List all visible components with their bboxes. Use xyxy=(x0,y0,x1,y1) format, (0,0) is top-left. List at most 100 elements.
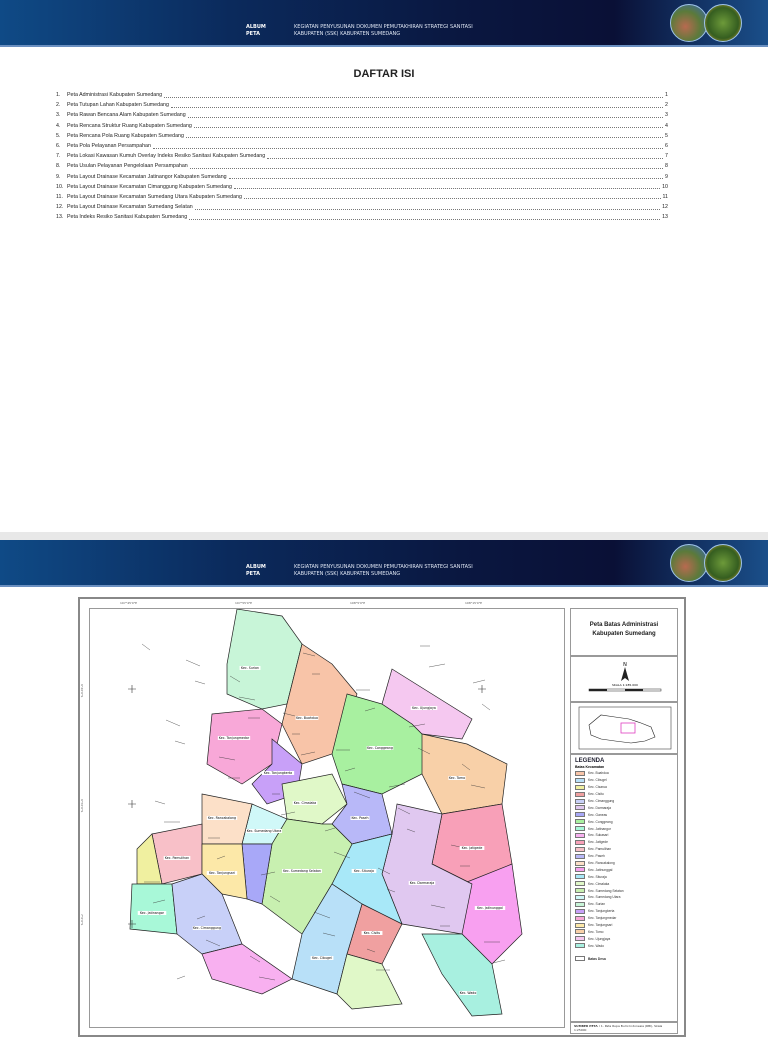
district-label: Kec. Tanjungmedar xyxy=(219,736,250,740)
district-label: Kec. Tanjungsari xyxy=(209,871,235,875)
legend-item: Kec. Sukasari xyxy=(575,832,673,839)
district-label: Kec. Buahdua xyxy=(296,716,318,720)
toc-label: Peta Layout Drainase Kecamatan Cimanggun… xyxy=(67,183,232,190)
toc-page: 1 xyxy=(665,92,668,99)
toc-item[interactable]: 6. Peta Pola Pelayanan Persampahan 6 xyxy=(56,141,668,151)
district-label: Kec. Ujungjaya xyxy=(412,706,436,710)
legend-item: Kec. Jatigede xyxy=(575,839,673,846)
toc-page: 10 xyxy=(662,183,668,190)
district-label: Kec. Cisitu xyxy=(364,931,381,935)
svg-text:N: N xyxy=(623,662,627,668)
legend-item: Kec. Cisitu xyxy=(575,791,673,798)
legend-label: Kec. Jatigede xyxy=(588,840,608,845)
village-boundary xyxy=(141,643,151,651)
inset-map-shape xyxy=(578,706,672,750)
legend-swatch xyxy=(575,929,585,935)
legend-label: Kec. Pamulihan xyxy=(588,847,612,852)
toc-label: Peta Layout Drainase Kecamatan Sumedang … xyxy=(67,204,193,211)
legend-subtitle: Batas Kecamatan xyxy=(575,765,605,769)
toc-label: Peta Indeks Resiko Sanitasi Kabupaten Su… xyxy=(67,214,188,221)
district-label: Kec. Situraja xyxy=(354,869,374,873)
toc-page: 9 xyxy=(665,173,668,180)
toc-label: Peta Lokasi Kawasan Kumuh Overlay Indeks… xyxy=(67,153,266,160)
village-boundary xyxy=(472,679,486,684)
legend-label: Kec. Situraja xyxy=(588,874,607,879)
toc-page: 13 xyxy=(662,214,668,221)
toc-item[interactable]: 10. Peta Layout Drainase Kecamatan Cimang… xyxy=(56,182,668,192)
toc-list: 1. Peta Administrasi Kabupaten Sumedang 1 2… xyxy=(56,90,668,222)
page-header: ALBUM PETA KEGIATAN PENYUSUNAN DOKUMEN PE… xyxy=(0,540,768,587)
map-title: Peta Batas Administrasi Kabupaten Sumedan… xyxy=(570,608,678,656)
legend-swatch xyxy=(575,915,585,921)
toc-item[interactable]: 13. Peta Indeks Resiko Sanitasi Kabupaten… xyxy=(56,212,668,222)
district-label: Kec. Jatinunggal xyxy=(477,906,503,910)
legend-label: Kec. Jatinunggal xyxy=(588,867,613,872)
legend-item: Kec. Situraja xyxy=(575,873,673,880)
legend-item: Kec. Tanjungsari xyxy=(575,922,673,929)
legend-item: Kec. Cisarua xyxy=(575,784,673,791)
toc-number: 9. xyxy=(56,173,61,180)
legend-title: LEGENDA xyxy=(575,758,605,764)
north-arrow-icon: N SKALA 1:185.000 xyxy=(588,662,662,692)
toc-item[interactable]: 9. Peta Layout Drainase Kecamatan Jatinan… xyxy=(56,172,668,182)
grid-label: 7°0'0"S xyxy=(80,914,84,926)
district-label: Kec. Paseh xyxy=(351,816,368,820)
toc-item[interactable]: 7. Peta Lokasi Kawasan Kumuh Overlay Inde… xyxy=(56,151,668,161)
legend-item: Kec. Cibugel xyxy=(575,777,673,784)
legend-label: Kec. Ganeas xyxy=(588,812,608,817)
toc-number: 8. xyxy=(56,163,61,170)
toc-item[interactable]: 8. Peta Usulan Pelayanan Pengelolaan Pers… xyxy=(56,161,668,171)
page-header: ALBUM PETA KEGIATAN PENYUSUNAN DOKUMEN PE… xyxy=(0,0,768,47)
toc-item[interactable]: 11. Peta Layout Drainase Kecamatan Sumeda… xyxy=(56,192,668,202)
legend-swatch xyxy=(575,853,585,859)
legend-swatch xyxy=(575,798,585,804)
toc-item[interactable]: 2. Peta Tutupan Lahan Kabupaten Sumedang 2 xyxy=(56,100,668,110)
legend-item: Kec. Buahdua xyxy=(575,770,673,777)
map-sidebar: Peta Batas Administrasi Kabupaten Sumedan… xyxy=(570,608,680,1034)
grid-label: 107°45'0"E xyxy=(120,601,138,605)
toc-item[interactable]: 4. Peta Rencana Struktur Ruang Kabupaten … xyxy=(56,121,668,131)
toc-leader xyxy=(187,113,664,118)
legend-item: Kec. Jatinunggal xyxy=(575,866,673,873)
toc-label: Peta Rencana Pola Ruang Kabupaten Sumeda… xyxy=(67,132,184,139)
legend-swatch xyxy=(575,770,585,776)
toc-item[interactable]: 1. Peta Administrasi Kabupaten Sumedang 1 xyxy=(56,90,668,100)
village-boundary xyxy=(428,663,446,668)
legend-swatch xyxy=(575,888,585,894)
legend-swatch xyxy=(575,922,585,928)
district-label: Kec. Jatinangor xyxy=(140,911,165,915)
map-frame: 107°45'0"E 107°55'0"E 108°5'0"E 108°15'0… xyxy=(78,597,686,1037)
toc-item[interactable]: 3. Peta Rawan Bencana Alam Kabupaten Sume… xyxy=(56,110,668,120)
legend-swatch xyxy=(575,881,585,887)
district-label: Kec. Darmaraja xyxy=(410,881,435,885)
legend-item: Kec. Sumedang Selatan xyxy=(575,887,673,894)
toc-number: 11. xyxy=(56,193,63,200)
legend-swatch xyxy=(575,791,585,797)
village-boundary xyxy=(481,703,491,711)
header-photo xyxy=(670,4,708,42)
toc-number: 1. xyxy=(56,92,61,99)
legend-item: Kec. Conggeang xyxy=(575,818,673,825)
header-title: KEGIATAN PENYUSUNAN DOKUMEN PEMUTAKHIRAN… xyxy=(294,564,473,577)
district-jatinangor xyxy=(129,883,178,935)
toc-leader xyxy=(152,144,664,149)
toc-item[interactable]: 12. Peta Layout Drainase Kecamatan Sumeda… xyxy=(56,202,668,212)
legend-label: Kec. Ujungjaya xyxy=(588,936,611,941)
toc-label: Peta Rencana Struktur Ruang Kabupaten Su… xyxy=(67,122,192,129)
legend-label: Kec. Wado xyxy=(588,943,605,948)
grid-label: 107°55'0"E xyxy=(235,601,253,605)
toc-leader xyxy=(164,93,664,98)
district-label: Kec. Rancakalong xyxy=(208,816,236,820)
legend-item: Kec. Tanjungmedar xyxy=(575,915,673,922)
legend-label: Kec. Buahdua xyxy=(588,771,609,776)
toc-item[interactable]: 5. Peta Rencana Pola Ruang Kabupaten Sume… xyxy=(56,131,668,141)
legend-item: Kec. Pamulihan xyxy=(575,846,673,853)
legend-label: Kec. Darmaraja xyxy=(588,805,611,810)
toc-page: 7 xyxy=(665,153,668,160)
legend-item: Kec. Cimalaka xyxy=(575,880,673,887)
legend-label: Kec. Cimanggung xyxy=(588,799,615,803)
legend-swatch xyxy=(575,943,585,949)
toc-number: 10. xyxy=(56,183,64,190)
legend-swatch xyxy=(575,832,585,838)
grid-cross-icon xyxy=(128,800,136,808)
